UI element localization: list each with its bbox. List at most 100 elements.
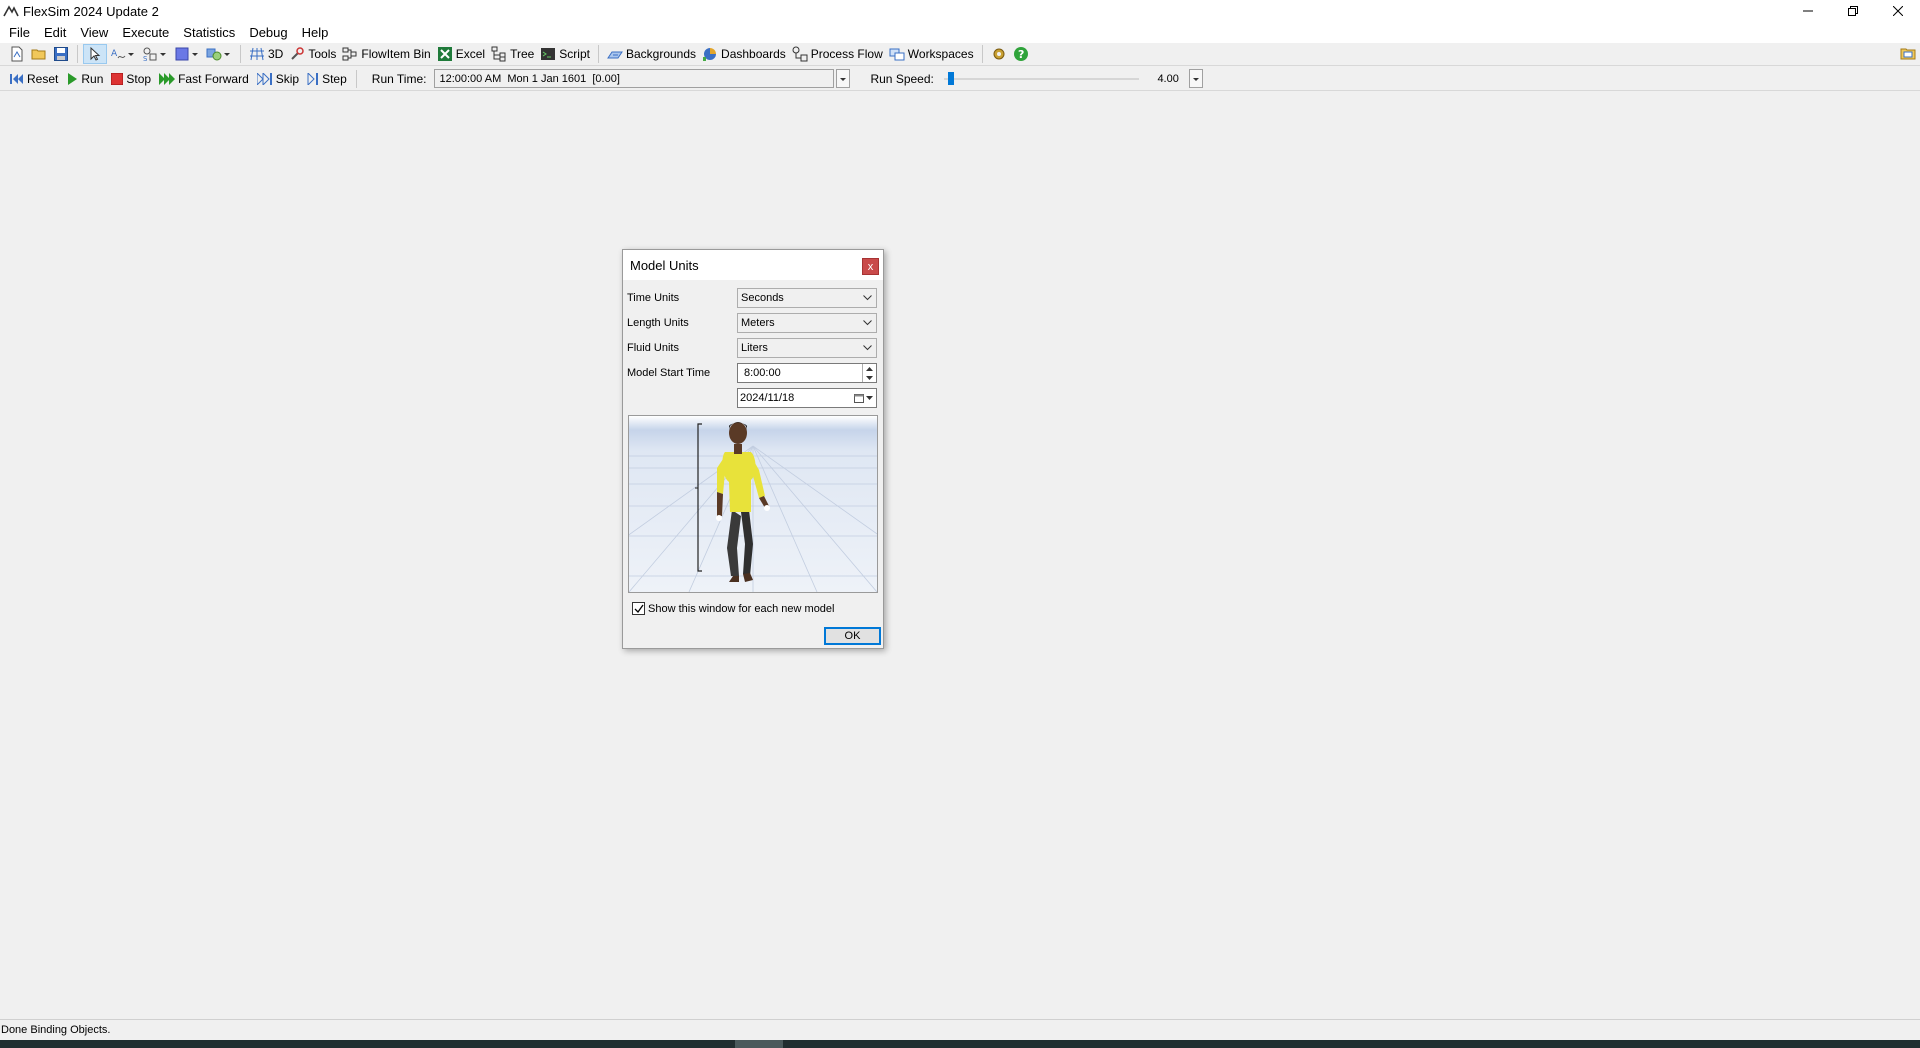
minimize-icon [1802,10,1813,12]
run-speed-slider[interactable] [943,69,1139,88]
time-units-select[interactable]: Seconds [737,288,877,308]
tree-button[interactable]: Tree [488,44,537,64]
start-time-row: Model Start Time 8:00:00 [627,363,879,383]
svg-text:S: S [143,55,148,62]
time-units-row: Time Units Seconds [627,288,879,308]
object-tools-button[interactable]: S [139,44,171,64]
settings-button[interactable] [988,44,1010,64]
reset-button[interactable]: Reset [6,72,62,86]
chevron-down-icon [863,345,872,351]
chevron-down-icon [863,320,872,326]
workspaces-label: Workspaces [907,47,974,61]
step-label: Step [322,71,347,86]
workspaces-icon [889,48,905,61]
fluid-units-label: Fluid Units [627,342,679,354]
grid-3d-icon [250,47,264,61]
run-label: Run [81,71,104,86]
group-icon [206,48,222,61]
new-model-button[interactable] [6,44,28,64]
restore-button[interactable] [1830,0,1875,22]
length-units-row: Length Units Meters [627,313,879,333]
run-time-dropdown-button[interactable] [836,69,851,88]
run-speed-dropdown-button[interactable] [1188,69,1203,88]
restore-icon [1847,6,1858,16]
help-icon: ? [1013,47,1028,61]
select-mode-button[interactable] [83,44,107,64]
caret-down-icon [866,375,873,380]
workspaces-button[interactable]: Workspaces [886,44,977,64]
caret-up-icon [866,366,873,371]
length-units-select[interactable]: Meters [737,313,877,333]
save-model-button[interactable] [50,44,72,64]
3d-view-button[interactable]: 3D [246,44,286,64]
toolbar-separator [597,45,599,63]
stop-button[interactable]: Stop [107,72,155,86]
skip-label: Skip [275,71,300,86]
model-units-dialog: Model Units x Time Units Seconds Length … [622,249,884,649]
objects-icon: S [143,47,157,62]
backgrounds-label: Backgrounds [625,47,697,61]
backgrounds-icon [607,51,623,59]
reset-label: Reset [27,71,59,86]
backgrounds-button[interactable]: Backgrounds [604,44,699,64]
title-bar: FlexSim 2024 Update 2 [0,0,1920,22]
run-button[interactable]: Run [62,72,107,86]
fluid-units-select[interactable]: Liters [737,338,877,358]
start-date-picker[interactable]: 2024/11/18 [737,388,877,408]
tools-button[interactable]: Tools [286,44,339,64]
menu-file[interactable]: File [2,22,37,43]
square-icon [175,47,189,61]
flowitem-bin-icon [342,47,357,61]
close-button[interactable] [1875,0,1920,22]
date-picker-button[interactable] [854,393,876,403]
script-button[interactable]: Script [537,44,593,64]
start-date-value: 2024/11/18 [740,392,795,404]
spinner-down-button[interactable] [863,373,876,382]
length-units-value: Meters [741,317,775,329]
run-time-field[interactable]: 12:00:00 AM Mon 1 Jan 1601 [0.00] [434,69,835,88]
menu-view[interactable]: View [73,22,115,43]
run-speed-value: 4.00 [1157,72,1179,85]
slider-thumb[interactable] [947,72,954,85]
dialog-title: Model Units [630,257,699,273]
chevron-down-icon [128,53,134,56]
skip-button[interactable]: Skip [253,72,303,86]
svg-text:A: A [111,49,118,59]
menu-execute[interactable]: Execute [115,22,176,43]
time-units-label: Time Units [627,292,680,304]
menu-help[interactable]: Help [295,22,336,43]
excel-label: Excel [455,47,486,61]
menu-statistics[interactable]: Statistics [176,22,242,43]
close-icon [1892,6,1903,16]
stop-label: Stop [126,71,152,86]
menu-debug[interactable]: Debug [242,22,294,43]
connect-objects-button[interactable]: A [107,44,139,64]
3d-view-label: 3D [268,47,284,61]
fluid-units-value: Liters [741,342,768,354]
group-button[interactable] [203,44,235,64]
excel-button[interactable]: Excel [434,44,488,64]
minimize-button[interactable] [1785,0,1830,22]
chevron-down-icon [192,53,198,56]
show-window-option[interactable]: Show this window for each new model [632,602,834,615]
ok-button[interactable]: OK [824,627,881,645]
spinner-up-button[interactable] [863,364,876,373]
fast-forward-button[interactable]: Fast Forward [155,72,253,86]
help-button[interactable]: ? [1010,44,1032,64]
start-time-label: Model Start Time [627,367,711,379]
dialog-close-button[interactable]: x [862,258,879,275]
workspace-panel-button[interactable] [1900,45,1916,64]
open-model-button[interactable] [28,44,50,64]
dashboards-button[interactable]: Dashboards [699,44,789,64]
flowitem-bin-button[interactable]: FlowItem Bin [339,44,433,64]
process-flow-button[interactable]: Process Flow [789,44,886,64]
open-folder-icon [31,49,46,60]
shape-button[interactable] [171,44,203,64]
step-button[interactable]: Step [303,72,351,86]
toolbar-separator [981,45,983,63]
show-window-checkbox[interactable] [632,602,645,615]
start-time-spinner[interactable]: 8:00:00 [737,363,877,383]
menu-edit[interactable]: Edit [37,22,73,43]
taskbar-item[interactable] [735,1040,783,1048]
scale-preview [628,415,878,593]
